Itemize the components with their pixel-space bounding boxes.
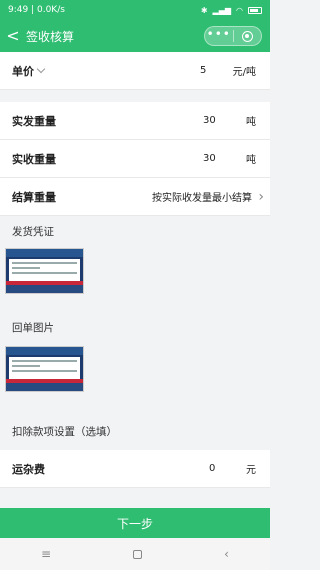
received-weight-value[interactable]: 30 [203,153,216,164]
signal-icon: ▂▄▆ [212,5,232,15]
status-time: 9:49 | 0.0K/s [8,5,65,15]
bluetooth-icon: ✱ [200,5,208,15]
mini-program-capsule: ••• [204,26,262,46]
system-nav-bar: ≡ ‹ [0,538,270,570]
received-weight-row[interactable]: 实收重量 30 吨 [0,140,270,178]
deduction-section: 扣除款项设置（选填） [0,410,270,448]
nav-bar: < 签收核算 ••• [0,20,270,52]
freight-label: 运杂费 [12,462,45,476]
receipt-image[interactable] [5,346,84,392]
wifi-icon: ◠ [236,5,243,15]
sent-weight-unit: 吨 [246,117,256,128]
status-icons: ✱ ▂▄▆ ◠ [201,6,262,15]
sent-weight-value[interactable]: 30 [203,115,216,126]
home-icon[interactable] [133,549,143,559]
shipping-proof-image[interactable] [5,248,84,294]
next-button[interactable]: 下一步 [0,508,270,538]
receipt-image-title: 回单图片 [12,322,54,334]
close-mini-program-icon[interactable] [234,30,262,42]
main-content: 单价 5 元/吨 实发重量 30 吨 实收重量 30 吨 结算重量 按实际收发量… [0,52,270,508]
spacer-bottom [0,488,270,508]
more-icon[interactable]: ••• [205,28,233,40]
unit-price-row[interactable]: 单价 5 元/吨 [0,52,270,90]
received-weight-unit: 吨 [246,155,256,166]
settle-weight-row[interactable]: 结算重量 按实际收发量最小结算 › [0,178,270,216]
settle-weight-label: 结算重量 [12,190,56,204]
unit-price-label: 单价 [12,64,34,78]
sent-weight-row[interactable]: 实发重量 30 吨 [0,102,270,140]
deduction-title: 扣除款项设置（选填） [12,426,117,438]
freight-row[interactable]: 运杂费 0 元 [0,450,270,488]
back-nav-icon[interactable]: ‹ [224,547,229,561]
menu-icon[interactable]: ≡ [41,547,51,561]
status-bar: 9:49 | 0.0K/s ✱ ▂▄▆ ◠ [0,0,270,20]
freight-unit: 元 [246,465,256,476]
settle-weight-value[interactable]: 按实际收发量最小结算 [152,189,252,204]
chevron-down-icon[interactable] [36,64,46,73]
battery-icon [248,6,262,14]
shipping-proof-title: 发货凭证 [12,226,54,238]
page-title: 签收核算 [26,29,75,44]
back-icon[interactable]: < [0,28,26,44]
unit-price-value[interactable]: 5 [200,65,206,76]
chevron-right-icon[interactable]: › [258,189,264,205]
receipt-image-section: 回单图片 [0,310,270,410]
freight-value[interactable]: 0 [209,463,215,474]
sent-weight-label: 实发重量 [12,114,56,128]
received-weight-label: 实收重量 [12,152,56,166]
unit-price-unit: 元/吨 [232,67,256,78]
